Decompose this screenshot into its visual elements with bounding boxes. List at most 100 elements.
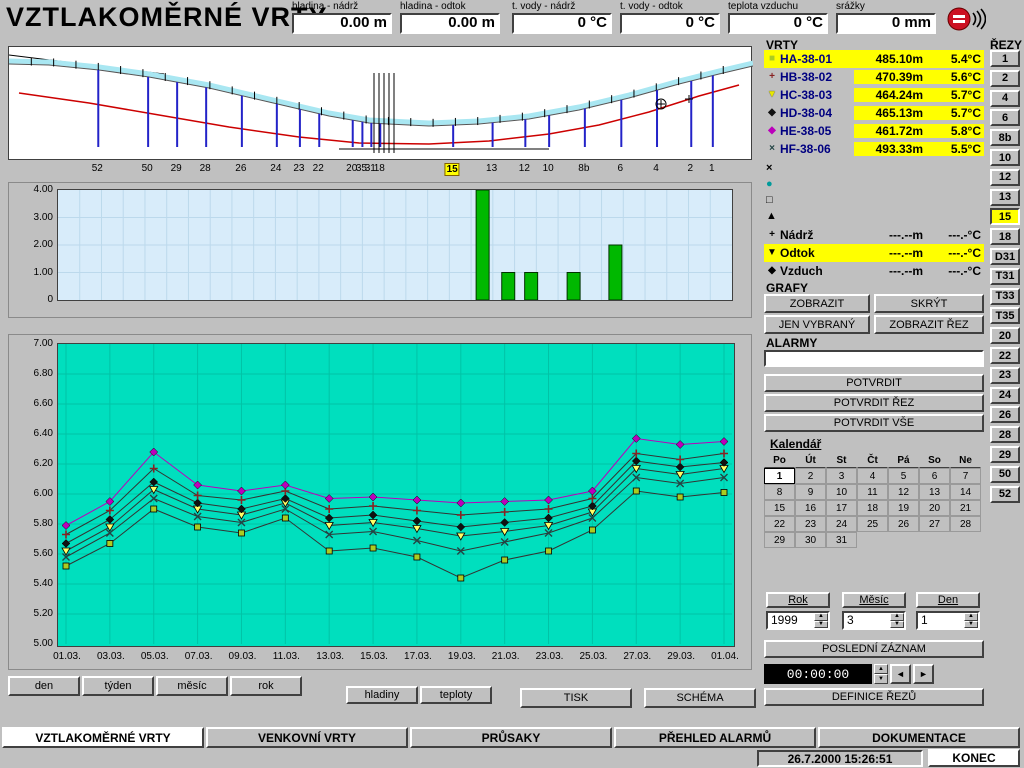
calendar-day-29[interactable]: 29: [764, 532, 795, 548]
well-number-29[interactable]: 29: [170, 163, 183, 174]
skryt-button[interactable]: SKRÝT: [874, 294, 984, 313]
rez-button-T33[interactable]: T33: [990, 288, 1020, 305]
calendar-day-6[interactable]: 6: [919, 468, 950, 484]
legend-marker-row-1[interactable]: ●: [764, 176, 984, 192]
calendar-day-5[interactable]: 5: [888, 468, 919, 484]
den-spinner[interactable]: 1 ▲▼: [916, 611, 980, 630]
calendar-day-17[interactable]: 17: [826, 500, 857, 516]
calendar-day-14[interactable]: 14: [950, 484, 981, 500]
calendar-day-30[interactable]: 30: [795, 532, 826, 548]
spin-down-icon[interactable]: ▼: [814, 621, 828, 629]
well-number-28[interactable]: 28: [199, 163, 212, 174]
rez-button-26[interactable]: 26: [990, 406, 1020, 423]
calendar-day-21[interactable]: 21: [950, 500, 981, 516]
well-number-2[interactable]: 2: [686, 163, 694, 174]
rez-button-22[interactable]: 22: [990, 347, 1020, 364]
reference-row-Odtok[interactable]: ▼Odtok---.--m---.-°C: [764, 244, 984, 262]
well-row-HD-38-04[interactable]: ◆HD-38-04465.13m5.7°C: [764, 104, 984, 122]
rez-button-10[interactable]: 10: [990, 149, 1020, 166]
well-number-23[interactable]: 23: [292, 163, 305, 174]
rez-button-23[interactable]: 23: [990, 367, 1020, 384]
well-number-8b[interactable]: 8b: [577, 163, 590, 174]
rez-button-2[interactable]: 2: [990, 70, 1020, 87]
well-number-24[interactable]: 24: [269, 163, 282, 174]
rez-button-T31[interactable]: T31: [990, 268, 1020, 285]
well-number-10[interactable]: 10: [542, 163, 555, 174]
well-number-1[interactable]: 1: [708, 163, 716, 174]
calendar-day-27[interactable]: 27: [919, 516, 950, 532]
calendar-day-4[interactable]: 4: [857, 468, 888, 484]
calendar-day-7[interactable]: 7: [950, 468, 981, 484]
period-mesic-button[interactable]: měsíc: [156, 676, 228, 696]
well-row-HC-38-03[interactable]: ▼HC-38-03464.24m5.7°C: [764, 86, 984, 104]
calendar-day-12[interactable]: 12: [888, 484, 919, 500]
rez-button-18[interactable]: 18: [990, 228, 1020, 245]
calendar-day-16[interactable]: 16: [795, 500, 826, 516]
rez-button-15[interactable]: 15: [990, 208, 1020, 225]
potvrdit-button[interactable]: POTVRDIT: [764, 374, 984, 392]
well-number-52[interactable]: 52: [91, 163, 104, 174]
spin-up-icon[interactable]: ▲: [890, 613, 904, 621]
rez-button-28[interactable]: 28: [990, 426, 1020, 443]
rez-button-52[interactable]: 52: [990, 486, 1020, 503]
legend-marker-row-3[interactable]: ▲: [764, 208, 984, 224]
spin-up-icon[interactable]: ▲: [874, 664, 888, 674]
alarm-list[interactable]: [764, 350, 984, 367]
well-number-4[interactable]: 4: [652, 163, 660, 174]
calendar-day-8[interactable]: 8: [764, 484, 795, 500]
calendar-day-24[interactable]: 24: [826, 516, 857, 532]
rez-button-50[interactable]: 50: [990, 466, 1020, 483]
calendar-day-18[interactable]: 18: [857, 500, 888, 516]
calendar-day-26[interactable]: 26: [888, 516, 919, 532]
calendar-day-19[interactable]: 19: [888, 500, 919, 516]
calendar-day-2[interactable]: 2: [795, 468, 826, 484]
period-tyden-button[interactable]: týden: [82, 676, 154, 696]
well-row-HA-38-01[interactable]: ■HA-38-01485.10m5.4°C: [764, 50, 984, 68]
bottom-tab-4[interactable]: DOKUMENTACE: [818, 727, 1020, 748]
spin-down-icon[interactable]: ▼: [964, 621, 978, 629]
well-number-26[interactable]: 26: [234, 163, 247, 174]
legend-marker-row-0[interactable]: ×: [764, 160, 984, 176]
rez-button-20[interactable]: 20: [990, 327, 1020, 344]
mesic-value[interactable]: 3: [844, 613, 890, 628]
rez-button-6[interactable]: 6: [990, 109, 1020, 126]
rez-button-D31[interactable]: D31: [990, 248, 1020, 265]
calendar-day-22[interactable]: 22: [764, 516, 795, 532]
rez-button-4[interactable]: 4: [990, 90, 1020, 107]
rok-spinner[interactable]: 1999 ▲▼: [766, 611, 830, 630]
mode-hladiny-button[interactable]: hladiny: [346, 686, 418, 704]
rez-button-13[interactable]: 13: [990, 189, 1020, 206]
rez-button-12[interactable]: 12: [990, 169, 1020, 186]
calendar-day-23[interactable]: 23: [795, 516, 826, 532]
posledni-zaznam-button[interactable]: POSLEDNÍ ZÁZNAM: [764, 640, 984, 658]
mesic-spinner[interactable]: 3 ▲▼: [842, 611, 906, 630]
reference-row-Nádrž[interactable]: +Nádrž---.--m---.-°C: [764, 226, 984, 244]
calendar-day-1[interactable]: 1: [764, 468, 795, 484]
calendar-day-9[interactable]: 9: [795, 484, 826, 500]
spin-down-icon[interactable]: ▼: [874, 674, 888, 684]
rez-button-T35[interactable]: T35: [990, 307, 1020, 324]
well-number-22[interactable]: 22: [312, 163, 325, 174]
mesic-spin-buttons[interactable]: ▲▼: [890, 613, 904, 628]
den-value[interactable]: 1: [918, 613, 964, 628]
spin-down-icon[interactable]: ▼: [890, 621, 904, 629]
spin-up-icon[interactable]: ▲: [814, 613, 828, 621]
spin-up-icon[interactable]: ▲: [964, 613, 978, 621]
rez-button-29[interactable]: 29: [990, 446, 1020, 463]
well-number-12[interactable]: 12: [518, 163, 531, 174]
mode-teploty-button[interactable]: teploty: [420, 686, 492, 704]
bottom-tab-1[interactable]: VENKOVNÍ VRTY: [206, 727, 408, 748]
well-row-HE-38-05[interactable]: ◆HE-38-05461.72m5.8°C: [764, 122, 984, 140]
zobrazit-button[interactable]: ZOBRAZIT: [764, 294, 870, 313]
bottom-tab-2[interactable]: PRŮSAKY: [410, 727, 612, 748]
well-number-15[interactable]: 15: [445, 163, 460, 176]
definice-rezu-button[interactable]: DEFINICE ŘEZŮ: [764, 688, 984, 706]
tisk-button[interactable]: TISK: [520, 688, 632, 708]
calendar-day-13[interactable]: 13: [919, 484, 950, 500]
calendar-day-10[interactable]: 10: [826, 484, 857, 500]
schema-button[interactable]: SCHÉMA: [644, 688, 756, 708]
calendar-day-28[interactable]: 28: [950, 516, 981, 532]
potvrdit-rez-button[interactable]: POTVRDIT ŘEZ: [764, 394, 984, 412]
bottom-tab-3[interactable]: PŘEHLED ALARMŮ: [614, 727, 816, 748]
calendar-day-3[interactable]: 3: [826, 468, 857, 484]
